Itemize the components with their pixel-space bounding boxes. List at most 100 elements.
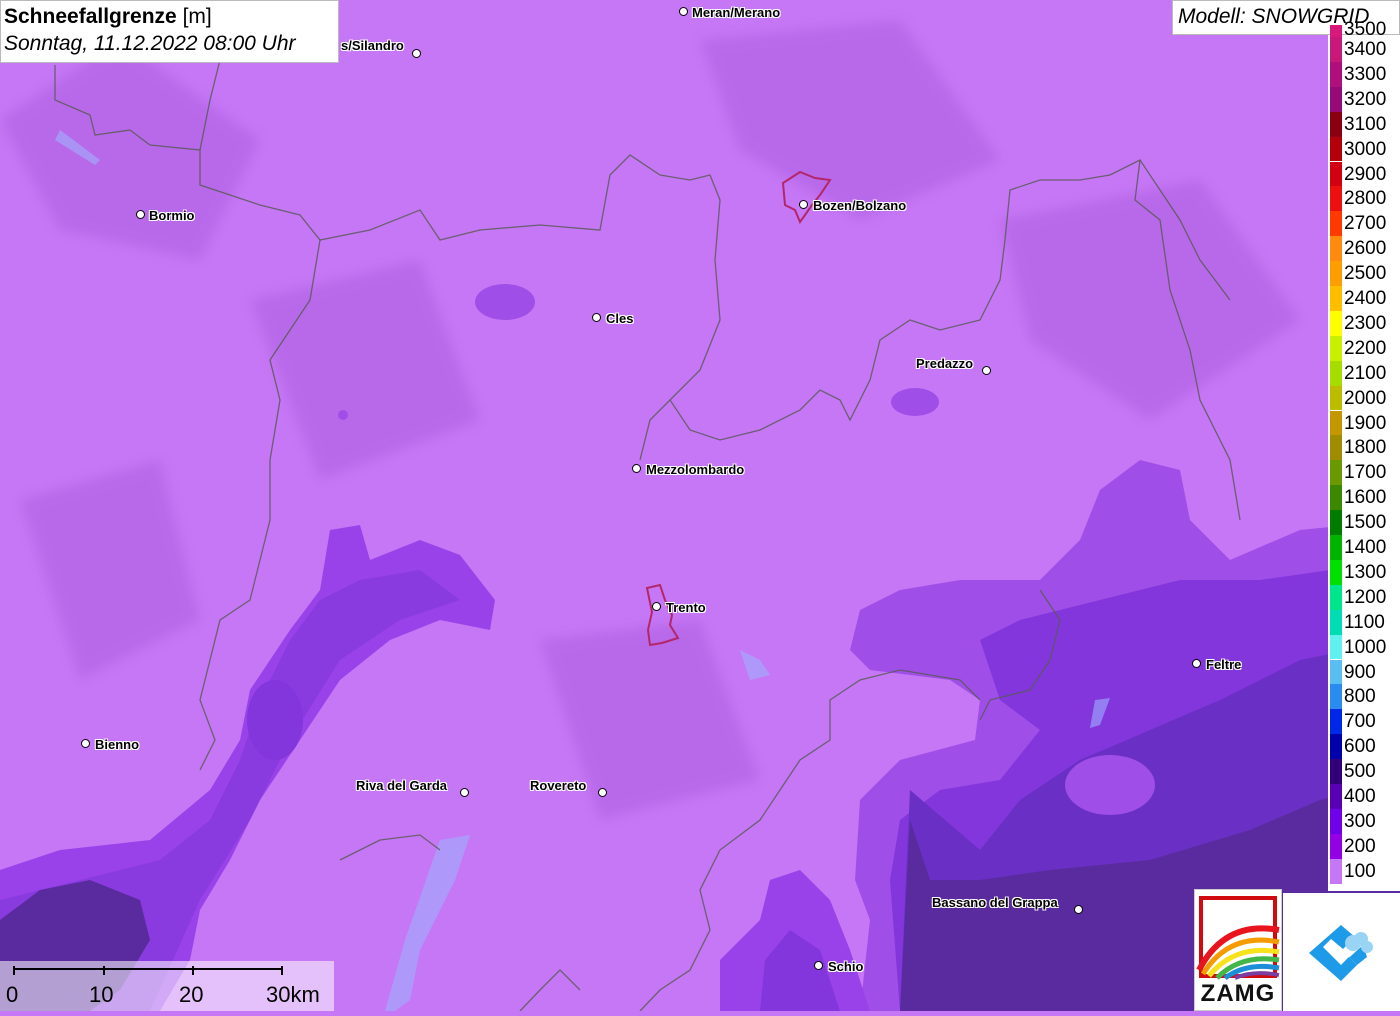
city-dot-riva-del-garda xyxy=(460,788,469,797)
legend-swatch xyxy=(1330,808,1342,834)
legend-swatch xyxy=(1330,111,1342,137)
city-dot-bienno xyxy=(81,739,90,748)
legend-row-500: 500 xyxy=(1328,759,1400,784)
city-dot-rovereto xyxy=(598,788,607,797)
legend-row-1100: 1100 xyxy=(1328,609,1400,635)
legend-label: 1600 xyxy=(1344,487,1387,509)
legend-label: 2900 xyxy=(1344,163,1387,185)
city-label-rovereto[interactable]: Rovereto xyxy=(530,778,586,793)
legend-label: 600 xyxy=(1344,736,1376,758)
legend-row-200: 200 xyxy=(1328,833,1400,859)
legend-swatch xyxy=(1330,261,1342,286)
app-logo[interactable] xyxy=(1283,893,1400,1011)
legend-label: 2700 xyxy=(1344,213,1387,235)
city-label-mezzolombardo[interactable]: Mezzolombardo xyxy=(646,462,744,477)
legend-row-600: 600 xyxy=(1328,734,1400,760)
city-label-meran-merano[interactable]: Meran/Merano xyxy=(692,5,780,20)
legend-row-2300: 2300 xyxy=(1328,310,1400,336)
patch-north-cles xyxy=(475,284,535,320)
legend-row-1000: 1000 xyxy=(1328,634,1400,660)
legend-row-1700: 1700 xyxy=(1328,460,1400,486)
legend-row-1500: 1500 xyxy=(1328,510,1400,535)
legend-row-2700: 2700 xyxy=(1328,211,1400,237)
scale-bar: 0 10 20 30km xyxy=(0,961,334,1011)
zamg-logo[interactable]: ZAMG xyxy=(1194,889,1282,1011)
legend-label: 900 xyxy=(1344,661,1376,683)
legend-label: 800 xyxy=(1344,686,1376,708)
map-title: Schneefallgrenze [m] xyxy=(4,5,212,28)
city-dot-trento xyxy=(652,602,661,611)
zamg-rainbow-icon xyxy=(1196,896,1280,980)
legend-row-2400: 2400 xyxy=(1328,286,1400,311)
city-label-feltre[interactable]: Feltre xyxy=(1206,657,1241,672)
legend-row-400: 400 xyxy=(1328,784,1400,809)
legend-row-3100: 3100 xyxy=(1328,111,1400,137)
legend-label: 3100 xyxy=(1344,113,1387,135)
legend-row-800: 800 xyxy=(1328,684,1400,710)
legend-swatch xyxy=(1330,25,1342,37)
city-dot-s-silandro xyxy=(412,49,421,58)
legend-swatch xyxy=(1330,136,1342,162)
legend-swatch xyxy=(1330,186,1342,212)
legend-label: 3300 xyxy=(1344,63,1387,85)
legend-row-2900: 2900 xyxy=(1328,161,1400,187)
legend-row-2100: 2100 xyxy=(1328,360,1400,386)
scale-label-0: 0 xyxy=(6,982,19,1007)
legend-label: 2800 xyxy=(1344,188,1387,210)
legend-label: 2000 xyxy=(1344,387,1387,409)
legend-label: 2300 xyxy=(1344,312,1387,334)
city-label-s-silandro[interactable]: s/Silandro xyxy=(341,38,404,53)
legend-swatch xyxy=(1330,485,1342,511)
legend-label: 1200 xyxy=(1344,586,1387,608)
patch-predazzo xyxy=(891,388,939,416)
legend-swatch xyxy=(1330,784,1342,809)
legend-row-300: 300 xyxy=(1328,808,1400,834)
city-label-predazzo[interactable]: Predazzo xyxy=(916,356,973,371)
legend-label: 700 xyxy=(1344,711,1376,733)
legend-swatch xyxy=(1330,460,1342,486)
city-dot-bassano-del-grappa xyxy=(1074,905,1083,914)
city-dot-meran-merano xyxy=(679,7,688,16)
snowfall-limit-map[interactable] xyxy=(0,0,1400,1011)
scale-label-10: 10 xyxy=(89,982,114,1007)
legend-swatch xyxy=(1330,335,1342,361)
legend-swatch xyxy=(1330,634,1342,660)
legend-swatch xyxy=(1330,211,1342,237)
legend-label: 3000 xyxy=(1344,138,1387,160)
legend-row-3200: 3200 xyxy=(1328,86,1400,112)
legend-swatch xyxy=(1330,161,1342,187)
legend-row-2500: 2500 xyxy=(1328,261,1400,286)
legend-swatch xyxy=(1330,435,1342,461)
city-dot-mezzolombardo xyxy=(632,464,641,473)
legend-label: 1100 xyxy=(1344,611,1385,633)
city-label-schio[interactable]: Schio xyxy=(828,959,863,974)
legend-label: 1300 xyxy=(1344,561,1387,583)
scale-label-20: 20 xyxy=(179,982,204,1007)
city-label-trento[interactable]: Trento xyxy=(666,600,706,615)
legend-label: 500 xyxy=(1344,761,1376,783)
city-label-bormio[interactable]: Bormio xyxy=(149,208,195,223)
legend-swatch xyxy=(1330,286,1342,311)
legend-label: 1000 xyxy=(1344,636,1387,658)
zamg-logo-text: ZAMG xyxy=(1200,980,1276,1007)
legend-row-3300: 3300 xyxy=(1328,61,1400,87)
city-label-bozen-bolzano[interactable]: Bozen/Bolzano xyxy=(813,198,906,213)
legend-row-2800: 2800 xyxy=(1328,186,1400,212)
legend-label: 2100 xyxy=(1344,362,1387,384)
city-label-bienno[interactable]: Bienno xyxy=(95,737,139,752)
legend-label: 1700 xyxy=(1344,462,1387,484)
legend-swatch xyxy=(1330,236,1342,262)
legend-swatch xyxy=(1330,410,1342,436)
legend-swatch xyxy=(1330,684,1342,710)
city-dot-schio xyxy=(814,961,823,970)
legend-swatch xyxy=(1330,510,1342,535)
city-label-bassano-del-grappa[interactable]: Bassano del Grappa xyxy=(932,895,1058,910)
city-label-cles[interactable]: Cles xyxy=(606,311,633,326)
legend-row-3000: 3000 xyxy=(1328,136,1400,162)
legend-swatch xyxy=(1330,833,1342,859)
legend-label: 3200 xyxy=(1344,88,1387,110)
legend-label: 100 xyxy=(1344,860,1376,882)
legend-swatch xyxy=(1330,759,1342,784)
city-label-riva-del-garda[interactable]: Riva del Garda xyxy=(356,778,447,793)
legend-row-700: 700 xyxy=(1328,709,1400,735)
